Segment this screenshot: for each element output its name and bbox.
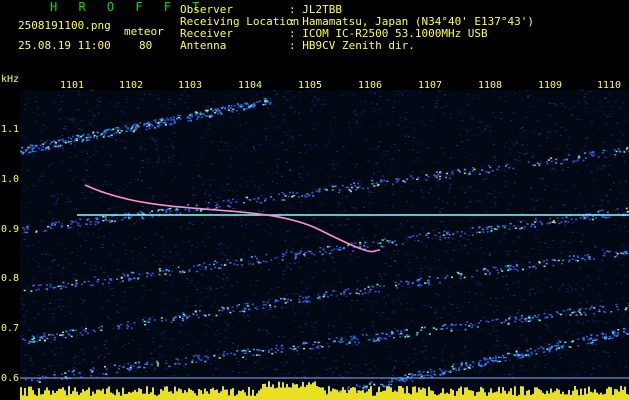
datetime-label: 25.08.19 11:00 [18, 39, 111, 52]
frequency-unit: kHz [1, 74, 20, 85]
meteor-count-label: meteor [124, 25, 164, 38]
time-tick: 1102 [119, 80, 144, 91]
freq-tick: 0.6 [1, 373, 20, 384]
freq-tick: 0.7 [1, 323, 20, 334]
time-tick: 1105 [298, 80, 323, 91]
header-panel: H R O F F T 2508191100.png meteor 25.08.… [0, 0, 629, 72]
antenna-value: : HB9CV Zenith dir. [289, 39, 415, 52]
time-tick: 1106 [358, 80, 383, 91]
antenna-label: Antenna [180, 39, 227, 52]
freq-tick: 1.1 [1, 124, 20, 135]
time-tick: 1107 [418, 80, 443, 91]
time-tick: 1109 [538, 80, 563, 91]
freq-tick: 0.9 [1, 224, 20, 235]
time-tick: 1103 [178, 80, 203, 91]
meteor-count-value: 80 [139, 39, 153, 52]
freq-tick: 0.8 [1, 273, 20, 284]
time-tick: 1101 [60, 80, 85, 91]
spectrogram [20, 90, 629, 400]
freq-tick: 1.0 [1, 174, 20, 185]
time-tick: 1110 [597, 80, 622, 91]
time-tick: 1104 [238, 80, 263, 91]
filename-label: 2508191100.png [18, 19, 111, 32]
time-tick: 1108 [478, 80, 503, 91]
